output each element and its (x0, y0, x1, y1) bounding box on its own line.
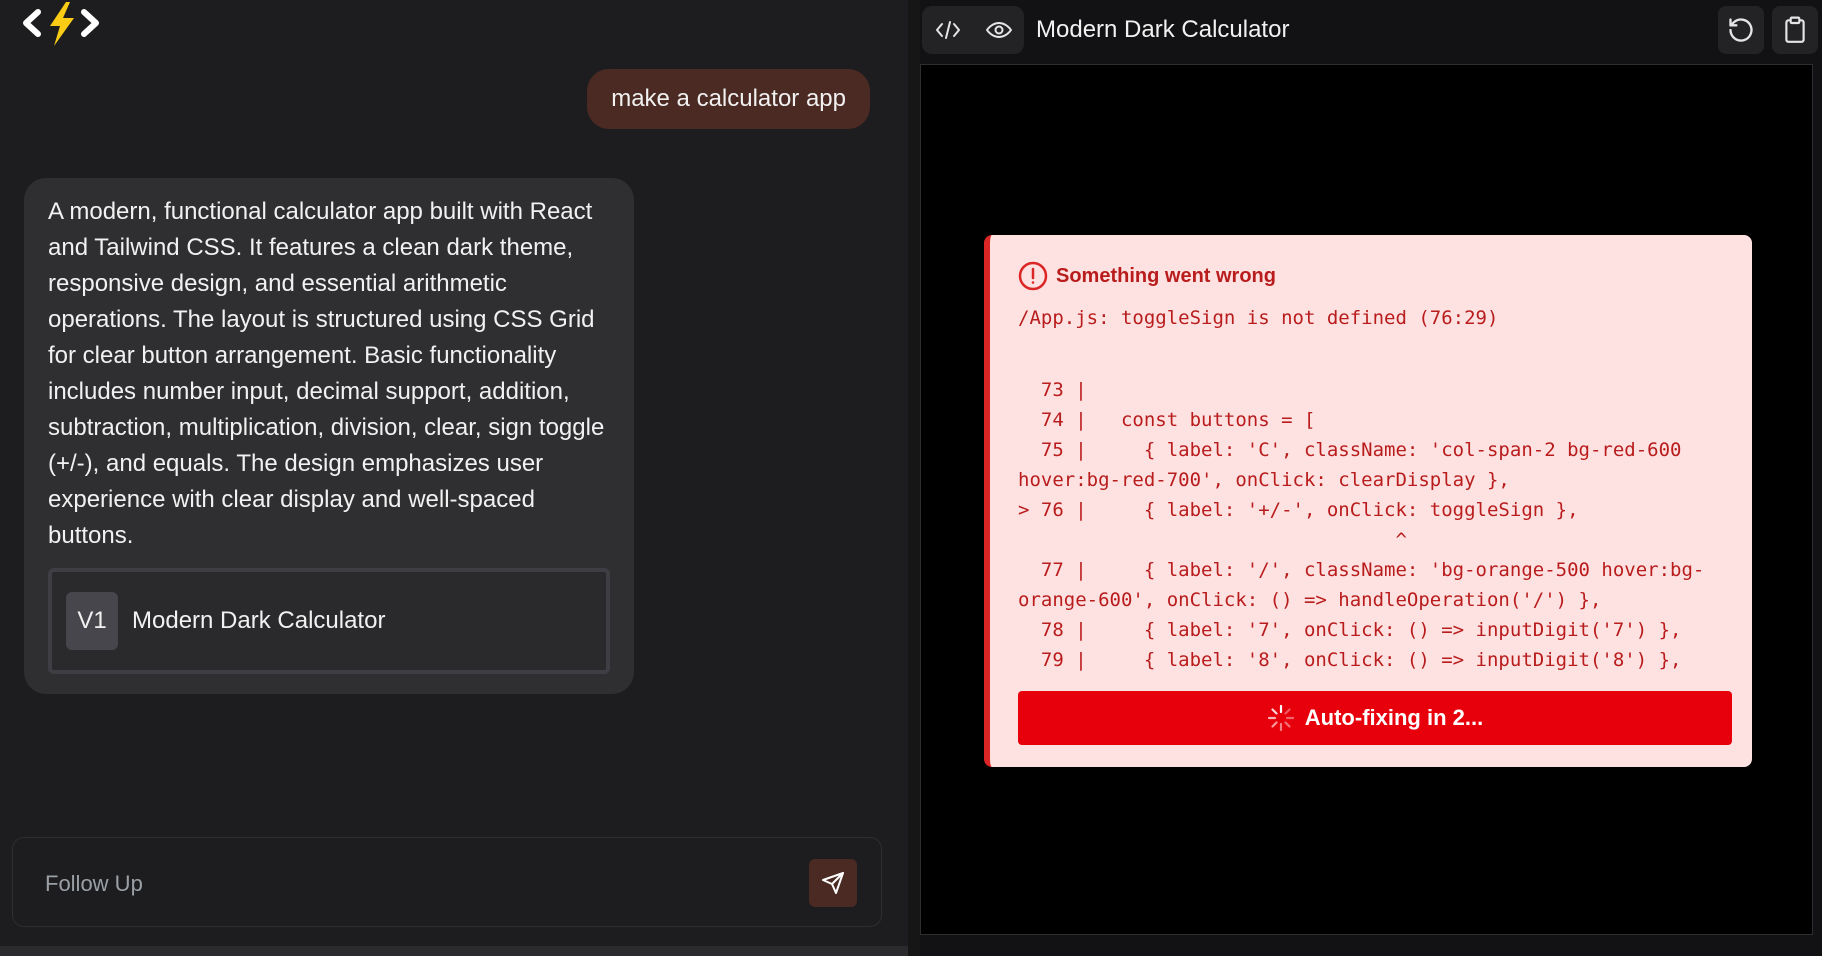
autofix-label: Auto-fixing in 2... (1304, 705, 1484, 730)
preview-view-button[interactable] (978, 10, 1020, 50)
clipboard-icon (1785, 16, 1805, 43)
preview-frame: Something went wrong /App.js: toggleSign… (920, 64, 1813, 935)
alert-circle-icon (1018, 261, 1048, 291)
refresh-button[interactable] (1718, 6, 1764, 54)
preview-pane: Modern Dark Calculator Something went wr… (920, 0, 1822, 956)
assistant-message: A modern, functional calculator app buil… (24, 178, 634, 694)
error-title: Something went wrong (1056, 264, 1276, 287)
preview-title: Modern Dark Calculator (1036, 16, 1290, 43)
send-button[interactable] (809, 859, 857, 907)
send-icon (822, 872, 844, 894)
code-bolt-logo[interactable] (22, 2, 102, 46)
copy-button[interactable] (1772, 6, 1818, 54)
followup-box (12, 837, 882, 927)
assistant-message-text: A modern, functional calculator app buil… (48, 198, 605, 549)
view-toggle (922, 6, 1024, 54)
pane-divider[interactable] (908, 0, 920, 956)
error-panel: Something went wrong /App.js: toggleSign… (984, 235, 1752, 767)
error-header: Something went wrong (1018, 261, 1276, 291)
spinner-icon (1267, 704, 1295, 732)
bottom-strip (0, 946, 908, 956)
error-code-snippet: 73 | 74 | const buttons = [ 75 | { label… (1018, 379, 1705, 671)
artifact-title: Modern Dark Calculator (132, 607, 386, 634)
version-badge: V1 (66, 592, 118, 650)
chat-pane: make a calculator app A modern, function… (0, 0, 908, 956)
autofix-button[interactable]: Auto-fixing in 2... (1018, 691, 1732, 745)
error-message: /App.js: toggleSign is not defined (76:2… (1018, 307, 1499, 329)
user-message: make a calculator app (587, 69, 870, 129)
eye-icon (985, 22, 1012, 38)
followup-input[interactable] (43, 864, 767, 904)
artifact-card[interactable]: V1 Modern Dark Calculator (48, 568, 610, 674)
refresh-icon (1729, 18, 1753, 42)
code-view-button[interactable] (927, 10, 969, 50)
code-icon (935, 21, 960, 39)
